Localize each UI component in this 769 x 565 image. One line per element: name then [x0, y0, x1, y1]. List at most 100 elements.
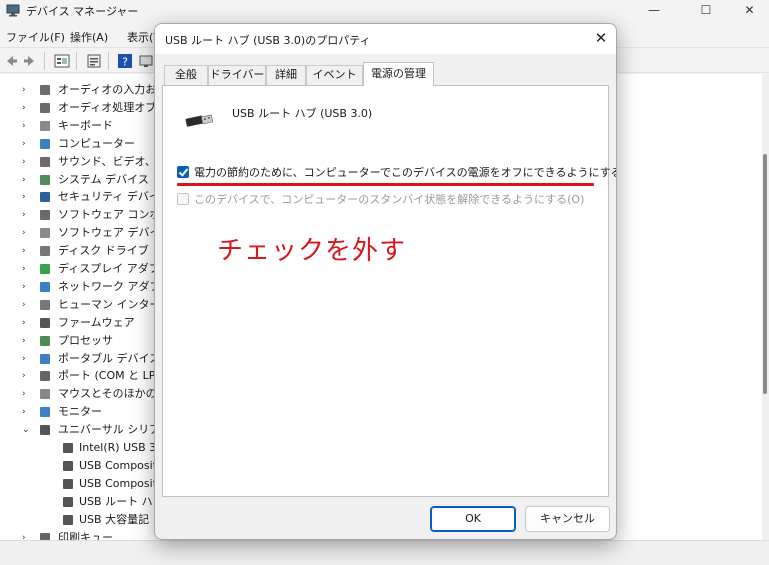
- toolbar-separator: [108, 52, 109, 70]
- scrollbar-thumb[interactable]: [763, 154, 767, 394]
- tab-driver[interactable]: ドライバー: [208, 65, 266, 85]
- chevron-right-icon[interactable]: ›: [22, 314, 32, 332]
- tree-child-item[interactable]: USB Composit: [0, 475, 160, 493]
- device-manager-title: デバイス マネージャー: [26, 5, 139, 18]
- tree-item-label: ポータブル デバイス: [58, 351, 161, 365]
- chevron-right-icon[interactable]: ›: [22, 188, 32, 206]
- tree-scrollbar[interactable]: [762, 74, 769, 540]
- tree-item-label: オーディオ処理オブジ: [58, 100, 168, 114]
- tree-item[interactable]: › ヒューマン インターフェ: [0, 296, 182, 314]
- tree-item[interactable]: › オーディオの入力およ: [0, 81, 167, 99]
- software-component-icon: [40, 210, 50, 221]
- chevron-right-icon[interactable]: ›: [22, 260, 32, 278]
- close-window-button[interactable]: ✕: [730, 0, 769, 22]
- tree-item[interactable]: ⌄ ユニバーサル シリアル: [0, 421, 171, 439]
- chevron-right-icon[interactable]: ›: [22, 117, 32, 135]
- mouse-icon: [40, 389, 50, 400]
- tree-child-item[interactable]: USB Composit: [0, 457, 160, 475]
- svg-text:?: ?: [122, 56, 128, 69]
- tab-power-management[interactable]: 電源の管理: [363, 62, 434, 86]
- port-icon: [40, 371, 50, 382]
- usb-device-icon: [63, 478, 73, 489]
- chevron-right-icon[interactable]: ›: [22, 81, 32, 99]
- chevron-right-icon[interactable]: ›: [22, 296, 32, 314]
- tree-item[interactable]: › ネットワーク アダプター: [0, 278, 183, 296]
- tree-item[interactable]: › マウスとそのほかのポ: [0, 385, 168, 403]
- tree-item-label: USB Composit: [79, 458, 158, 472]
- menu-file[interactable]: ファイル(F): [6, 29, 65, 45]
- tree-item-label: ディスク ドライブ: [58, 244, 149, 258]
- properties-icon[interactable]: [54, 53, 70, 69]
- back-arrow-icon[interactable]: [3, 53, 19, 69]
- tree-item[interactable]: › ポート (COM と LPT: [0, 367, 162, 385]
- chevron-right-icon[interactable]: ›: [22, 350, 32, 368]
- tree-item[interactable]: › コンピューター: [0, 135, 160, 153]
- tree-item[interactable]: › ファームウェア: [0, 314, 160, 332]
- close-icon[interactable]: ✕: [592, 30, 610, 48]
- tree-item-label: コンピューター: [58, 136, 135, 150]
- tab-details[interactable]: 詳細: [266, 65, 306, 85]
- firmware-icon: [40, 317, 50, 328]
- speaker-icon: [40, 102, 50, 113]
- tree-child-item[interactable]: USB ルート ハブ: [0, 493, 164, 511]
- highlight-underline: [177, 183, 594, 186]
- tree-item[interactable]: › サウンド、ビデオ、およ: [0, 153, 178, 171]
- allow-power-off-label[interactable]: 電力の節約のために、コンピューターでこのデバイスの電源をオフにできるようにする(…: [194, 164, 616, 180]
- tree-item[interactable]: › システム デバイス: [0, 171, 160, 189]
- tree-item[interactable]: › ポータブル デバイス: [0, 350, 160, 368]
- usb-icon: [40, 425, 50, 436]
- processor-icon: [40, 335, 50, 346]
- chevron-right-icon[interactable]: ›: [22, 171, 32, 189]
- display-adapter-icon: [40, 264, 50, 274]
- tree-item-label: オーディオの入力およ: [58, 83, 168, 96]
- cancel-button[interactable]: キャンセル: [525, 506, 610, 532]
- chevron-right-icon[interactable]: ›: [22, 332, 32, 350]
- chevron-right-icon[interactable]: ›: [22, 278, 32, 296]
- annotation-text: チェックを外す: [217, 236, 407, 266]
- tree-item[interactable]: › ソフトウェア デバイス: [0, 224, 171, 242]
- chevron-right-icon[interactable]: ›: [22, 206, 32, 224]
- maximize-button[interactable]: ☐: [683, 0, 729, 22]
- usb-device-icon: [63, 514, 73, 525]
- toolbar-separator: [76, 52, 77, 70]
- minimize-button[interactable]: —: [631, 0, 677, 22]
- tree-item[interactable]: › プロセッサ: [0, 332, 160, 350]
- scan-hardware-icon[interactable]: [138, 53, 154, 69]
- tree-item[interactable]: › モニター: [0, 403, 160, 421]
- tree-child-item[interactable]: Intel(R) USB 3.: [0, 439, 160, 457]
- chevron-right-icon[interactable]: ›: [22, 385, 32, 403]
- forward-arrow-icon[interactable]: [22, 53, 38, 69]
- usb-device-icon: [185, 114, 214, 127]
- chevron-down-icon[interactable]: ⌄: [22, 421, 32, 439]
- tree-item[interactable]: › ディスプレイ アダプター: [0, 260, 182, 278]
- menu-action[interactable]: 操作(A): [70, 29, 108, 45]
- tab-events[interactable]: イベント: [306, 65, 363, 85]
- chevron-right-icon[interactable]: ›: [22, 403, 32, 421]
- tree-item-label: Intel(R) USB 3.: [79, 441, 160, 454]
- allow-power-off-checkbox[interactable]: [177, 166, 189, 178]
- tab-general[interactable]: 全般: [164, 65, 208, 85]
- tree-item[interactable]: › キーボード: [0, 117, 160, 135]
- network-icon: [40, 281, 50, 292]
- tree-item[interactable]: › ソフトウェア コンポーネ: [0, 206, 183, 224]
- chevron-right-icon[interactable]: ›: [22, 224, 32, 242]
- tree-item[interactable]: › オーディオ処理オブジ: [0, 99, 167, 117]
- tree-item-label: プロセッサ: [58, 333, 113, 347]
- keyboard-icon: [40, 120, 50, 131]
- status-bar: [0, 540, 769, 565]
- tree-item[interactable]: › セキュリティ デバイス: [0, 188, 171, 206]
- tree-child-item[interactable]: USB 大容量記: [0, 511, 160, 529]
- allow-wake-checkbox: [177, 193, 189, 205]
- update-driver-icon[interactable]: [86, 53, 102, 69]
- chevron-right-icon[interactable]: ›: [22, 367, 32, 385]
- chevron-right-icon[interactable]: ›: [22, 242, 32, 260]
- tree-item-label: システム デバイス: [58, 172, 149, 186]
- ok-button[interactable]: OK: [430, 506, 516, 532]
- allow-wake-label: このデバイスで、コンピューターのスタンバイ状態を解除できるようにする(O): [194, 193, 585, 206]
- tree-item[interactable]: › ディスク ドライブ: [0, 242, 160, 260]
- chevron-right-icon[interactable]: ›: [22, 99, 32, 117]
- hid-icon: [40, 299, 50, 310]
- chevron-right-icon[interactable]: ›: [22, 135, 32, 153]
- help-icon[interactable]: ?: [117, 53, 133, 69]
- chevron-right-icon[interactable]: ›: [22, 153, 32, 171]
